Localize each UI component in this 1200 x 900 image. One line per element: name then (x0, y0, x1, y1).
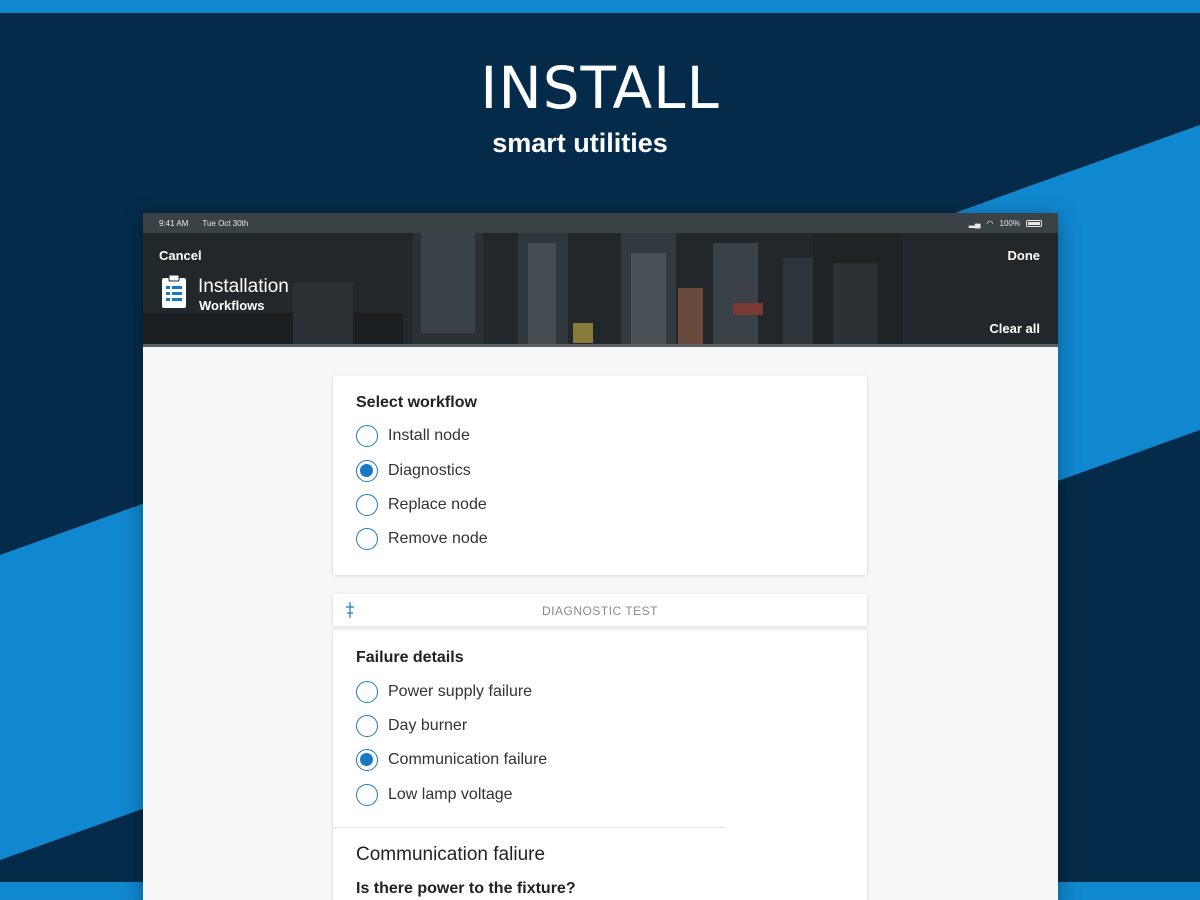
section-label: DIAGNOSTIC TEST (542, 604, 658, 618)
power-question: Is there power to the fixture? (356, 880, 576, 897)
communication-title: Communication faliure (356, 844, 546, 865)
workflow-option-diagnostics[interactable]: Diagnostics (356, 460, 471, 482)
workflow-option-remove-node[interactable]: Remove node (356, 528, 488, 550)
done-button[interactable]: Done (1008, 248, 1041, 263)
failure-title: Failure details (356, 649, 464, 666)
failure-option-day-burner[interactable]: Day burner (356, 715, 467, 737)
failure-option-power-supply[interactable]: Power supply failure (356, 681, 532, 703)
tablet-screen: 9:41 AM Tue Oct 30th ▂▄ ◠ 100% Cancel Do… (143, 213, 1058, 900)
status-bar: 9:41 AM Tue Oct 30th ▂▄ ◠ 100% (143, 213, 1058, 233)
option-label: Install node (388, 427, 470, 444)
radio-button[interactable] (356, 715, 378, 737)
radio-button-selected[interactable] (356, 460, 378, 482)
status-time: 9:41 AM (159, 218, 189, 228)
option-label: Communication failure (388, 751, 548, 768)
option-label: Remove node (388, 530, 488, 547)
battery-percent: 100% (999, 218, 1020, 228)
radio-button[interactable] (356, 425, 378, 447)
signal-icon: ▂▄ (968, 218, 981, 228)
app-header: Cancel Done Clear all Installation Workf… (143, 233, 1058, 346)
workflow-card: Select workflow Install node Diagnostics… (333, 376, 867, 575)
header-divider (143, 344, 1058, 347)
workflow-title: Select workflow (356, 394, 477, 411)
failure-option-communication[interactable]: Communication failure (356, 749, 547, 771)
radio-button-selected[interactable] (356, 749, 378, 771)
status-date: Tue Oct 30th (202, 218, 249, 228)
promo-canvas: INSTALL smart utilities 9:41 AM Tue Oct … (0, 0, 1200, 900)
app-subtitle: Workflows (199, 298, 265, 313)
cancel-button[interactable]: Cancel (159, 248, 202, 263)
hero-subtitle: smart utilities (492, 128, 668, 158)
clear-all-button[interactable]: Clear all (989, 321, 1040, 336)
option-label: Low lamp voltage (388, 786, 513, 803)
wifi-icon: ◠ (986, 218, 994, 228)
hero-title: INSTALL (480, 54, 720, 122)
workflow-option-replace-node[interactable]: Replace node (356, 494, 487, 516)
radio-button[interactable] (356, 528, 378, 550)
workflow-option-install-node[interactable]: Install node (356, 425, 470, 447)
diagnostic-test-header[interactable]: DIAGNOSTIC TEST (333, 594, 867, 626)
app-title: Installation (198, 276, 289, 297)
card-divider (333, 827, 725, 828)
radio-button[interactable] (356, 681, 378, 703)
battery-icon (1026, 219, 1042, 227)
radio-button[interactable] (356, 784, 378, 806)
option-label: Power supply failure (388, 683, 533, 700)
clipboard-icon (162, 275, 186, 308)
failure-details-card: Failure details Power supply failure Day… (333, 630, 867, 900)
option-label: Replace node (388, 496, 487, 513)
option-label: Day burner (388, 717, 468, 734)
failure-option-low-lamp-voltage[interactable]: Low lamp voltage (356, 784, 513, 806)
radio-button[interactable] (356, 494, 378, 516)
option-label: Diagnostics (388, 462, 471, 479)
